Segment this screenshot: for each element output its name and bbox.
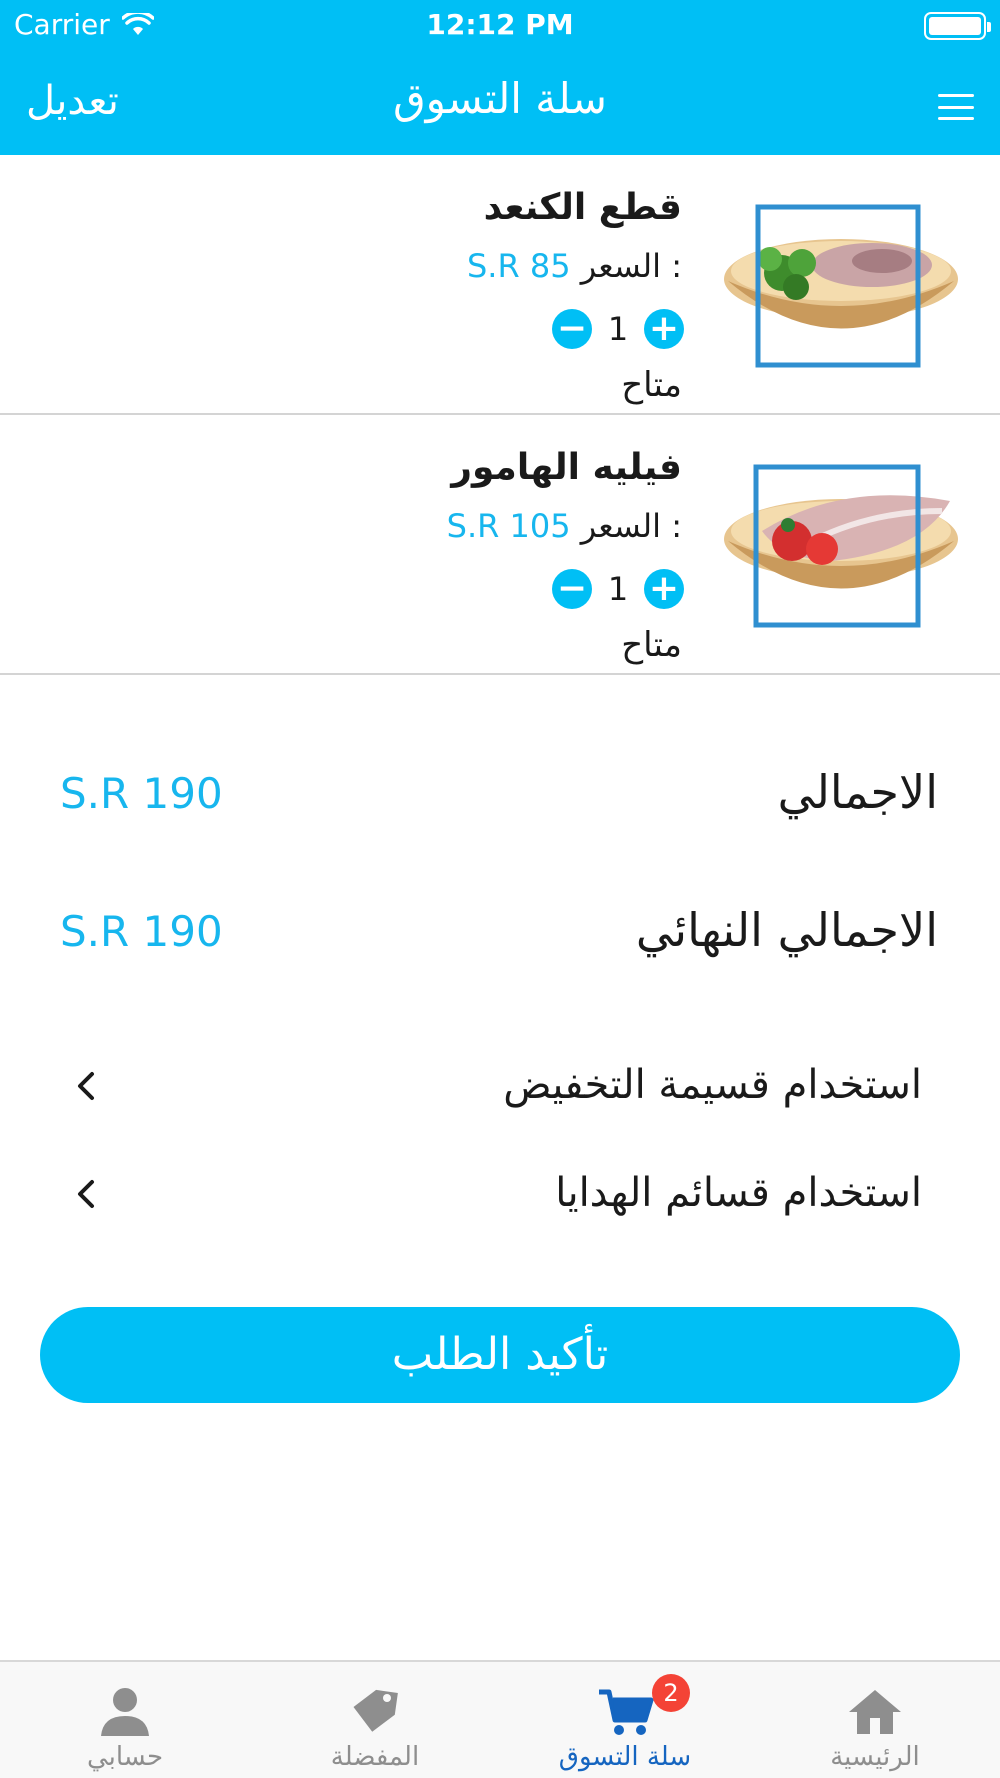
- final-total-label: الاجمالي النهائي: [635, 903, 938, 957]
- increase-quantity-button[interactable]: +: [644, 569, 684, 609]
- product-image[interactable]: [722, 201, 960, 369]
- gift-vouchers-row[interactable]: استخدام قسائم الهدايا: [0, 1158, 1000, 1238]
- quantity-value: 1: [607, 570, 629, 608]
- tab-home[interactable]: الرئيسية: [750, 1662, 1000, 1778]
- person-icon: [101, 1688, 149, 1736]
- increase-quantity-button[interactable]: +: [644, 309, 684, 349]
- page-title: سلة التسوق: [393, 74, 607, 123]
- discount-coupon-label: استخدام قسيمة التخفيض: [503, 1062, 922, 1108]
- cart-item: قطع الكنعد S.R 85 السعر : − 1 + متاح: [0, 155, 1000, 415]
- status-time: 12:12 PM: [426, 8, 574, 41]
- chevron-left-icon: [78, 1072, 94, 1100]
- gift-vouchers-label: استخدام قسائم الهدايا: [555, 1170, 922, 1216]
- quantity-stepper: − 1 +: [552, 309, 684, 349]
- chevron-left-icon: [78, 1180, 94, 1208]
- top-bar: Carrier 12:12 PM تعديل سلة التسوق: [0, 0, 1000, 155]
- tab-cart[interactable]: 2 سلة التسوق: [500, 1662, 750, 1778]
- final-total-row: الاجمالي النهائي S.R 190: [0, 893, 1000, 973]
- product-price: S.R 105 السعر :: [447, 507, 682, 545]
- availability-status: متاح: [621, 365, 682, 405]
- product-image[interactable]: [722, 461, 960, 629]
- price-value: S.R 105: [446, 507, 571, 545]
- cart-item: فيليه الهامور S.R 105 السعر : − 1 + متاح: [0, 415, 1000, 675]
- subtotal-value: S.R 190: [60, 769, 223, 818]
- discount-coupon-row[interactable]: استخدام قسيمة التخفيض: [0, 1050, 1000, 1130]
- tab-favorites[interactable]: المفضلة: [250, 1662, 500, 1778]
- menu-icon[interactable]: [938, 94, 974, 120]
- tab-account[interactable]: حسابي: [0, 1662, 250, 1778]
- subtotal-row: الاجمالي S.R 190: [0, 755, 1000, 835]
- tab-favorites-label: المفضلة: [330, 1742, 420, 1772]
- product-name[interactable]: قطع الكنعد: [484, 187, 682, 228]
- cart-count-badge: 2: [652, 1674, 690, 1712]
- tab-cart-label: سلة التسوق: [558, 1742, 692, 1772]
- decrease-quantity-button[interactable]: −: [552, 569, 592, 609]
- product-price: S.R 85 السعر :: [467, 247, 682, 285]
- price-label: السعر :: [580, 247, 682, 285]
- subtotal-label: الاجمالي: [777, 765, 938, 819]
- tab-bar: حسابي المفضلة 2 سلة التسوق الرئيسية: [0, 1660, 1000, 1778]
- final-total-value: S.R 190: [60, 907, 223, 956]
- price-label: السعر :: [580, 507, 682, 545]
- battery-icon: [924, 12, 991, 40]
- quantity-stepper: − 1 +: [552, 569, 684, 609]
- tag-icon: [353, 1689, 398, 1732]
- product-name[interactable]: فيليه الهامور: [451, 447, 682, 488]
- tab-home-label: الرئيسية: [830, 1742, 920, 1772]
- quantity-value: 1: [607, 310, 629, 348]
- availability-status: متاح: [621, 625, 682, 665]
- home-icon: [849, 1690, 901, 1734]
- decrease-quantity-button[interactable]: −: [552, 309, 592, 349]
- tab-account-label: حسابي: [86, 1742, 164, 1772]
- price-value: S.R 85: [466, 247, 571, 285]
- cart-icon: [599, 1689, 654, 1735]
- confirm-order-button[interactable]: تأكيد الطلب: [40, 1307, 960, 1403]
